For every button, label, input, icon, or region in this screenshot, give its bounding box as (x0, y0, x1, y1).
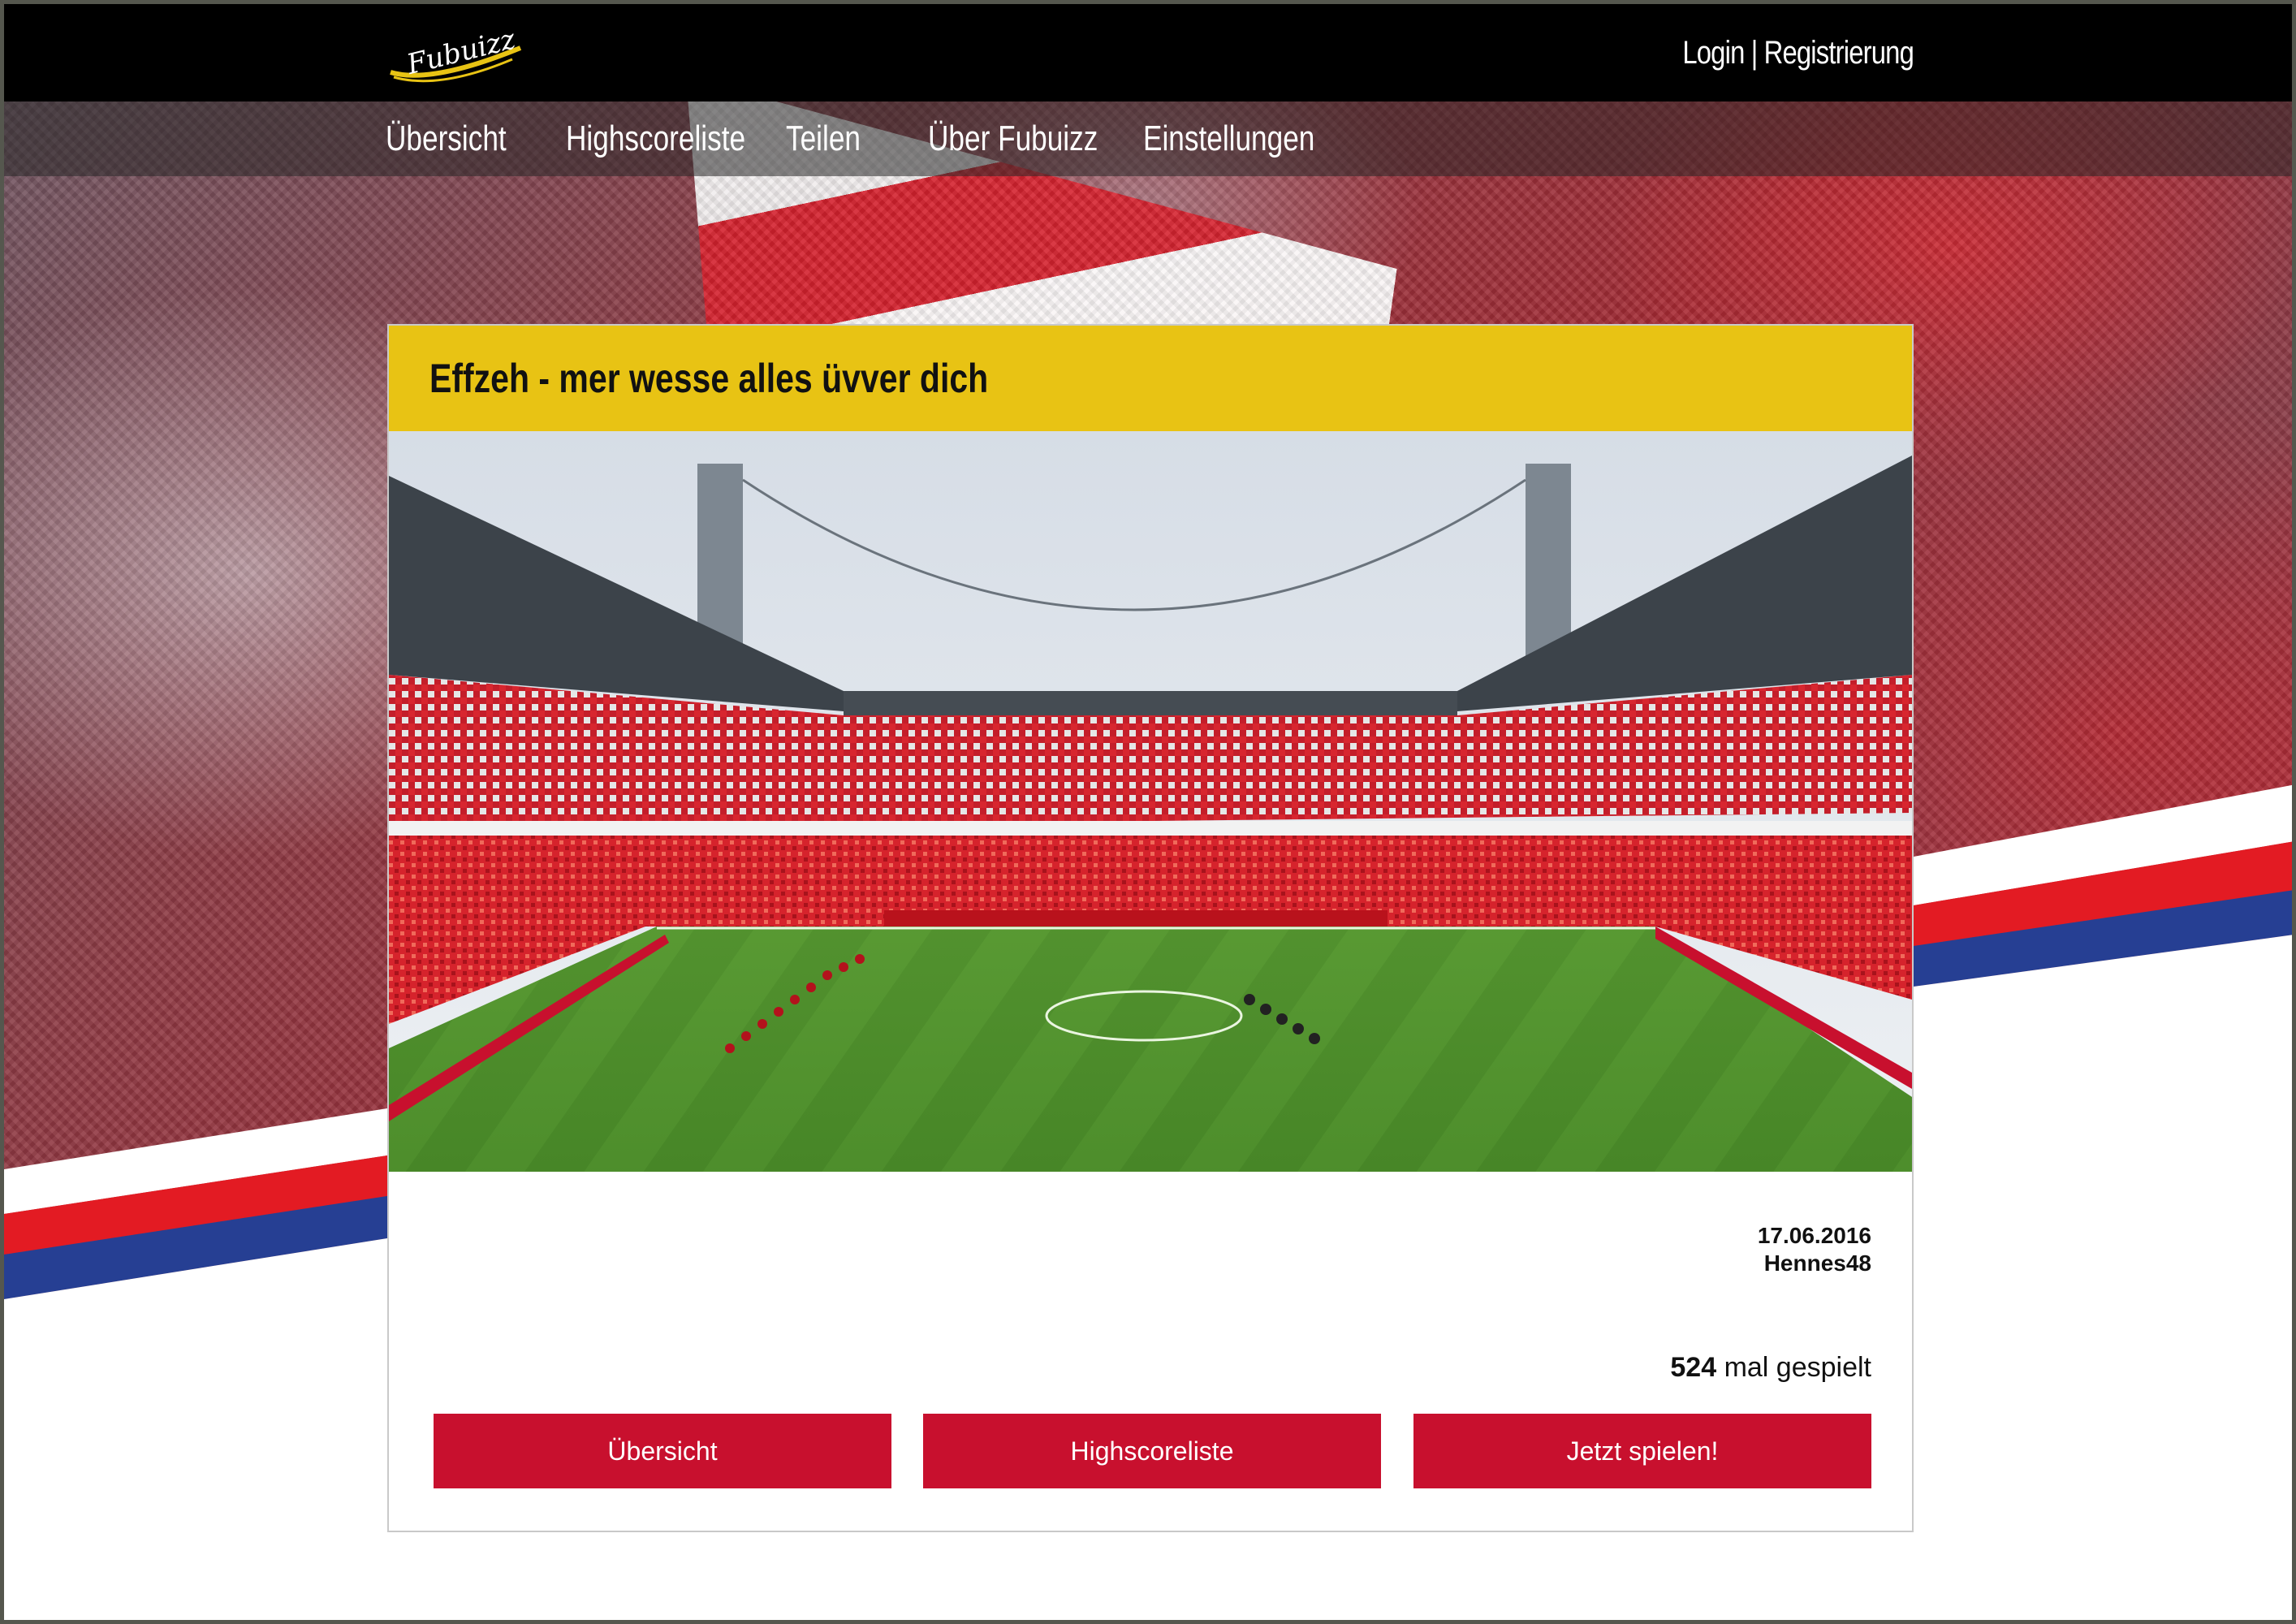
quiz-card: Effzeh - mer wesse alles üvver dich 17.0… (387, 324, 1914, 1532)
nav-item-highscore[interactable]: Highscoreliste (566, 113, 745, 165)
quiz-title: Effzeh - mer wesse alles üvver dich (429, 356, 989, 401)
play-now-button[interactable]: Jetzt spielen! (1413, 1414, 1871, 1488)
main-nav: Übersicht Highscoreliste Teilen Über Fub… (4, 102, 2292, 176)
login-link[interactable]: Login (1682, 35, 1745, 71)
play-count-label: mal gespielt (1724, 1352, 1871, 1383)
page-frame: Fubuizz Login | Registrierung Übersicht … (0, 0, 2296, 1624)
quiz-meta: 17.06.2016 Hennes48 (1758, 1222, 1871, 1277)
top-bar: Fubuizz Login | Registrierung (4, 4, 2292, 102)
nav-item-settings[interactable]: Einstellungen (1143, 113, 1314, 165)
register-link[interactable]: Registrierung (1764, 35, 1914, 71)
overview-button[interactable]: Übersicht (434, 1414, 891, 1488)
play-count: 524 mal gespielt (1670, 1352, 1871, 1384)
stadium-image (389, 431, 1912, 1172)
quiz-card-header: Effzeh - mer wesse alles üvver dich (389, 326, 1912, 431)
fubuizz-logo-icon[interactable]: Fubuizz (382, 24, 529, 89)
auth-links: Login | Registrierung (1679, 28, 1914, 77)
play-count-value: 524 (1670, 1352, 1717, 1383)
highscore-button[interactable]: Highscoreliste (923, 1414, 1381, 1488)
nav-item-overview[interactable]: Übersicht (386, 113, 507, 165)
quiz-author[interactable]: Hennes48 (1758, 1250, 1871, 1277)
nav-item-share[interactable]: Teilen (786, 113, 861, 165)
quiz-date: 17.06.2016 (1757, 1223, 1871, 1248)
nav-item-about[interactable]: Über Fubuizz (928, 113, 1098, 165)
auth-separator: | (1750, 34, 1759, 71)
svg-text:Fubuizz: Fubuizz (403, 24, 520, 81)
